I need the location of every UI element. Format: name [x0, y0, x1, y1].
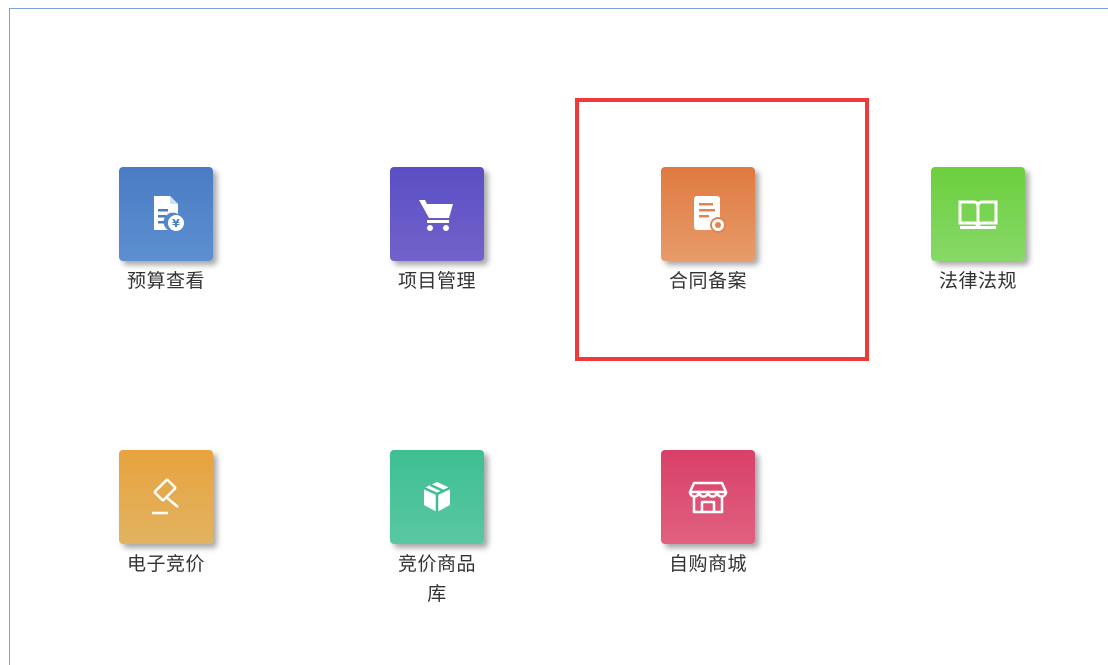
package-box-icon: [423, 482, 451, 512]
shopping-cart-icon: [419, 200, 453, 231]
tile-icon-box[interactable]: [661, 450, 755, 544]
tile-label: 电子竞价: [126, 553, 205, 575]
svg-text:¥: ¥: [172, 217, 180, 230]
selection-highlight-box: [575, 98, 869, 361]
gavel-icon: [152, 478, 179, 515]
tile-icon-box[interactable]: [931, 167, 1025, 261]
tile-electronic-bidding[interactable]: 电子竞价: [91, 450, 241, 579]
tile-icon-box[interactable]: [119, 450, 213, 544]
tile-self-purchase-mall[interactable]: 自购商城: [633, 450, 783, 579]
tile-label: 法律法规: [938, 270, 1017, 292]
tile-project-management[interactable]: 项目管理: [362, 167, 512, 296]
budget-document-icon: ¥: [154, 196, 184, 231]
tile-bidding-product-library[interactable]: 竞价商品库: [362, 450, 512, 609]
tile-icon-box[interactable]: [390, 167, 484, 261]
open-book-icon: [958, 200, 998, 229]
tile-icon-box[interactable]: ¥: [119, 167, 213, 261]
tile-budget-view[interactable]: ¥ 预算查看: [91, 167, 241, 296]
tile-icon-box[interactable]: [390, 450, 484, 544]
tile-label: 竞价商品库: [397, 553, 476, 605]
tile-label: 自购商城: [668, 553, 747, 575]
tile-label: 项目管理: [397, 270, 476, 292]
tile-laws-regulations[interactable]: 法律法规: [903, 167, 1053, 296]
storefront-icon: [688, 481, 728, 514]
tile-label: 预算查看: [126, 270, 205, 292]
